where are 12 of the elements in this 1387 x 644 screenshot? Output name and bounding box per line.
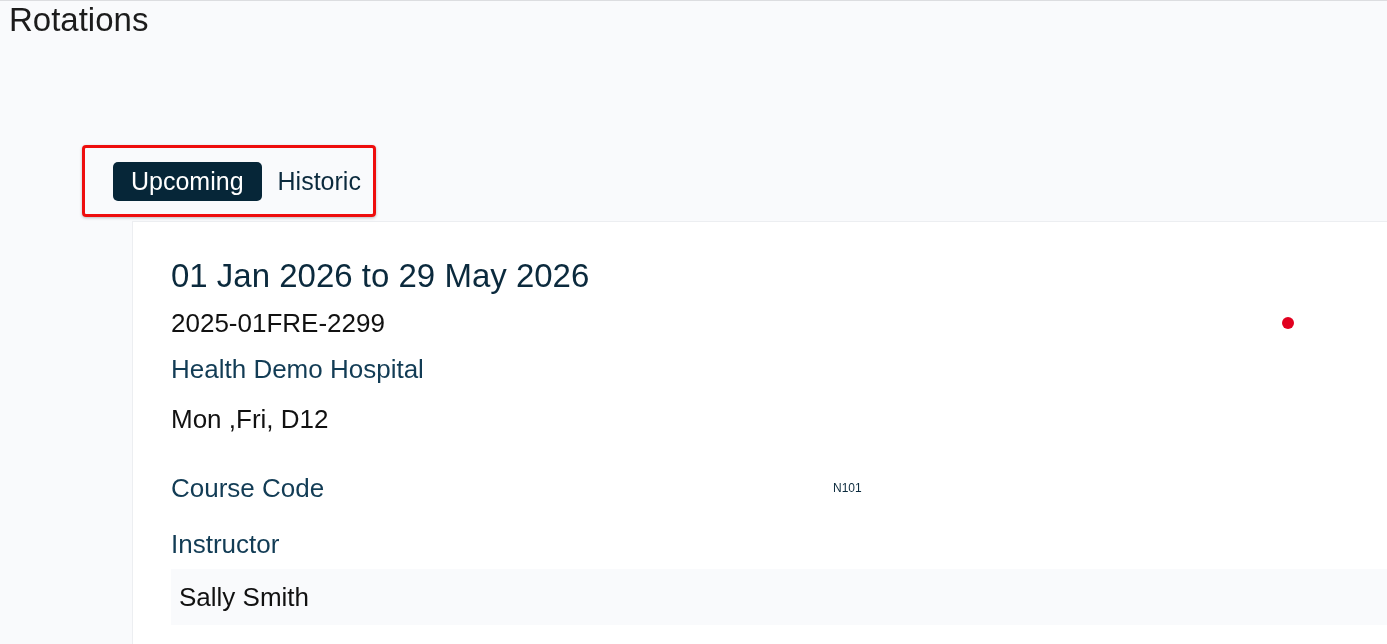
tab[interactable]: Upcoming	[113, 162, 262, 201]
field-label: Course Code	[171, 472, 326, 505]
instructor-name: Sally Smith	[171, 569, 1387, 625]
field-value: N101	[833, 481, 862, 495]
page-title: Rotations	[9, 1, 150, 39]
site-name: Health Demo Hospital	[171, 353, 425, 386]
schedule: Mon ,Fri, D12	[171, 403, 330, 436]
status-dot	[1282, 317, 1294, 329]
tab[interactable]: Historic	[277, 162, 361, 201]
rotation-code: 2025-01FRE-2299	[171, 307, 385, 340]
date-range: 01 Jan 2026 to 29 May 2026	[171, 256, 591, 296]
field-label: Instructor	[171, 528, 281, 561]
